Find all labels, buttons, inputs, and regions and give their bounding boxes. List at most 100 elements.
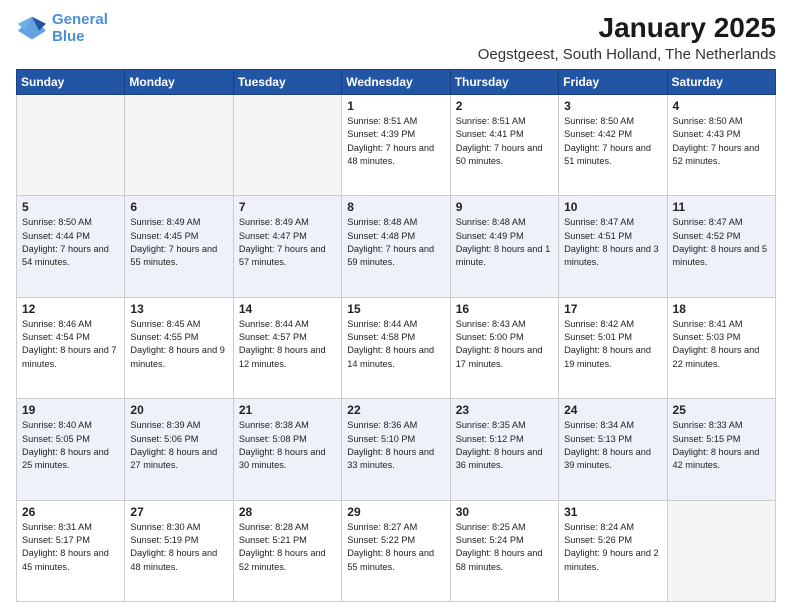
calendar-cell: 6 Sunrise: 8:49 AMSunset: 4:45 PMDaylight…: [125, 196, 233, 297]
header-monday: Monday: [125, 70, 233, 95]
day-number: 29: [347, 505, 444, 519]
cell-info: Sunrise: 8:49 AMSunset: 4:45 PMDaylight:…: [130, 216, 227, 269]
cell-info: Sunrise: 8:45 AMSunset: 4:55 PMDaylight:…: [130, 318, 227, 371]
cell-info: Sunrise: 8:34 AMSunset: 5:13 PMDaylight:…: [564, 419, 661, 472]
header: General Blue January 2025 Oegstgeest, So…: [16, 12, 776, 63]
cell-info: Sunrise: 8:50 AMSunset: 4:43 PMDaylight:…: [673, 115, 770, 168]
day-number: 6: [130, 200, 227, 214]
cell-info: Sunrise: 8:24 AMSunset: 5:26 PMDaylight:…: [564, 521, 661, 574]
calendar-cell: 29 Sunrise: 8:27 AMSunset: 5:22 PMDayligh…: [342, 500, 450, 601]
day-number: 2: [456, 99, 553, 113]
day-number: 31: [564, 505, 661, 519]
header-sunday: Sunday: [17, 70, 125, 95]
cell-info: Sunrise: 8:38 AMSunset: 5:08 PMDaylight:…: [239, 419, 336, 472]
day-number: 4: [673, 99, 770, 113]
logo-general: General: [52, 11, 108, 28]
cell-info: Sunrise: 8:27 AMSunset: 5:22 PMDaylight:…: [347, 521, 444, 574]
day-number: 19: [22, 403, 119, 417]
cell-info: Sunrise: 8:39 AMSunset: 5:06 PMDaylight:…: [130, 419, 227, 472]
calendar-cell: 8 Sunrise: 8:48 AMSunset: 4:48 PMDaylight…: [342, 196, 450, 297]
cell-info: Sunrise: 8:36 AMSunset: 5:10 PMDaylight:…: [347, 419, 444, 472]
logo: General Blue: [16, 12, 108, 45]
calendar-cell: 2Sunrise: 8:51 AMSunset: 4:41 PMDaylight…: [450, 95, 558, 196]
calendar-cell: 20 Sunrise: 8:39 AMSunset: 5:06 PMDayligh…: [125, 399, 233, 500]
calendar-cell: 3 Sunrise: 8:50 AMSunset: 4:42 PMDaylight…: [559, 95, 667, 196]
calendar-cell: 18 Sunrise: 8:41 AMSunset: 5:03 PMDayligh…: [667, 297, 775, 398]
cell-info: Sunrise: 8:33 AMSunset: 5:15 PMDaylight:…: [673, 419, 770, 472]
calendar-cell: 15Sunrise: 8:44 AMSunset: 4:58 PMDayligh…: [342, 297, 450, 398]
cell-info: Sunrise: 8:41 AMSunset: 5:03 PMDaylight:…: [673, 318, 770, 371]
calendar-cell: [233, 95, 341, 196]
calendar-cell: 11 Sunrise: 8:47 AMSunset: 4:52 PMDayligh…: [667, 196, 775, 297]
calendar-cell: 26 Sunrise: 8:31 AMSunset: 5:17 PMDayligh…: [17, 500, 125, 601]
page: General Blue January 2025 Oegstgeest, So…: [0, 0, 792, 612]
calendar-cell: 16 Sunrise: 8:43 AMSunset: 5:00 PMDayligh…: [450, 297, 558, 398]
cell-info: Sunrise: 8:50 AMSunset: 4:44 PMDaylight:…: [22, 216, 119, 269]
cell-info: Sunrise: 8:48 AMSunset: 4:49 PMDaylight:…: [456, 216, 553, 269]
cell-info: Sunrise: 8:44 AMSunset: 4:57 PMDaylight:…: [239, 318, 336, 371]
day-number: 28: [239, 505, 336, 519]
day-number: 20: [130, 403, 227, 417]
cell-info: Sunrise: 8:47 AMSunset: 4:52 PMDaylight:…: [673, 216, 770, 269]
day-number: 26: [22, 505, 119, 519]
day-number: 30: [456, 505, 553, 519]
calendar-cell: 30 Sunrise: 8:25 AMSunset: 5:24 PMDayligh…: [450, 500, 558, 601]
day-number: 13: [130, 302, 227, 316]
day-number: 7: [239, 200, 336, 214]
calendar-cell: 19 Sunrise: 8:40 AMSunset: 5:05 PMDayligh…: [17, 399, 125, 500]
day-number: 27: [130, 505, 227, 519]
cell-info: Sunrise: 8:50 AMSunset: 4:42 PMDaylight:…: [564, 115, 661, 168]
header-tuesday: Tuesday: [233, 70, 341, 95]
subtitle: Oegstgeest, South Holland, The Netherlan…: [478, 46, 776, 63]
logo-text: General Blue: [52, 12, 108, 45]
cell-info: Sunrise: 8:42 AMSunset: 5:01 PMDaylight:…: [564, 318, 661, 371]
calendar-cell: 5 Sunrise: 8:50 AMSunset: 4:44 PMDaylight…: [17, 196, 125, 297]
calendar-cell: 23Sunrise: 8:35 AMSunset: 5:12 PMDayligh…: [450, 399, 558, 500]
day-number: 16: [456, 302, 553, 316]
week-row-3: 12 Sunrise: 8:46 AMSunset: 4:54 PMDayligh…: [17, 297, 776, 398]
cell-info: Sunrise: 8:46 AMSunset: 4:54 PMDaylight:…: [22, 318, 119, 371]
day-number: 12: [22, 302, 119, 316]
calendar-cell: [17, 95, 125, 196]
day-number: 14: [239, 302, 336, 316]
week-row-4: 19 Sunrise: 8:40 AMSunset: 5:05 PMDayligh…: [17, 399, 776, 500]
cell-info: Sunrise: 8:47 AMSunset: 4:51 PMDaylight:…: [564, 216, 661, 269]
week-row-1: 1 Sunrise: 8:51 AMSunset: 4:39 PMDaylight…: [17, 95, 776, 196]
day-number: 21: [239, 403, 336, 417]
calendar-table: Sunday Monday Tuesday Wednesday Thursday…: [16, 69, 776, 602]
title-block: January 2025 Oegstgeest, South Holland, …: [478, 12, 776, 63]
calendar-header-row: Sunday Monday Tuesday Wednesday Thursday…: [17, 70, 776, 95]
day-number: 18: [673, 302, 770, 316]
day-number: 17: [564, 302, 661, 316]
calendar-cell: 21 Sunrise: 8:38 AMSunset: 5:08 PMDayligh…: [233, 399, 341, 500]
day-number: 22: [347, 403, 444, 417]
day-number: 11: [673, 200, 770, 214]
calendar-cell: 28Sunrise: 8:28 AMSunset: 5:21 PMDayligh…: [233, 500, 341, 601]
calendar-cell: 1 Sunrise: 8:51 AMSunset: 4:39 PMDaylight…: [342, 95, 450, 196]
calendar-cell: 14 Sunrise: 8:44 AMSunset: 4:57 PMDayligh…: [233, 297, 341, 398]
calendar-cell: [667, 500, 775, 601]
header-friday: Friday: [559, 70, 667, 95]
calendar-cell: 25 Sunrise: 8:33 AMSunset: 5:15 PMDayligh…: [667, 399, 775, 500]
cell-info: Sunrise: 8:49 AMSunset: 4:47 PMDaylight:…: [239, 216, 336, 269]
calendar-cell: 9 Sunrise: 8:48 AMSunset: 4:49 PMDaylight…: [450, 196, 558, 297]
day-number: 3: [564, 99, 661, 113]
logo-icon: [16, 15, 48, 43]
day-number: 1: [347, 99, 444, 113]
day-number: 9: [456, 200, 553, 214]
cell-info: Sunrise: 8:40 AMSunset: 5:05 PMDaylight:…: [22, 419, 119, 472]
calendar-cell: 7 Sunrise: 8:49 AMSunset: 4:47 PMDaylight…: [233, 196, 341, 297]
cell-info: Sunrise: 8:43 AMSunset: 5:00 PMDaylight:…: [456, 318, 553, 371]
day-number: 23: [456, 403, 553, 417]
cell-info: Sunrise: 8:48 AMSunset: 4:48 PMDaylight:…: [347, 216, 444, 269]
cell-info: Sunrise: 8:31 AMSunset: 5:17 PMDaylight:…: [22, 521, 119, 574]
calendar-cell: 10Sunrise: 8:47 AMSunset: 4:51 PMDayligh…: [559, 196, 667, 297]
day-number: 5: [22, 200, 119, 214]
cell-info: Sunrise: 8:51 AMSunset: 4:39 PMDaylight:…: [347, 115, 444, 168]
day-number: 25: [673, 403, 770, 417]
day-number: 8: [347, 200, 444, 214]
main-title: January 2025: [478, 12, 776, 44]
cell-info: Sunrise: 8:25 AMSunset: 5:24 PMDaylight:…: [456, 521, 553, 574]
calendar-cell: 4 Sunrise: 8:50 AMSunset: 4:43 PMDaylight…: [667, 95, 775, 196]
header-saturday: Saturday: [667, 70, 775, 95]
